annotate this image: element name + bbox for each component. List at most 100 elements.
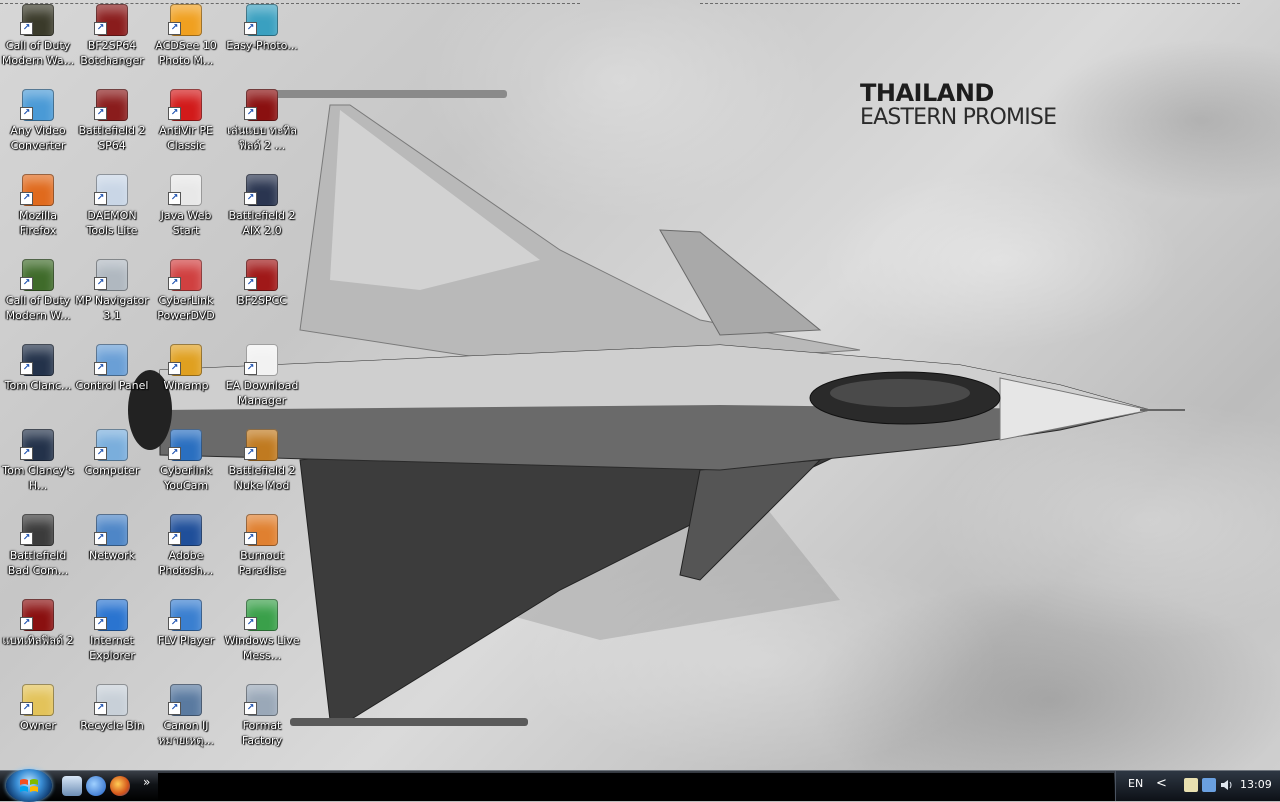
shortcut-arrow-icon: ↗	[94, 447, 107, 460]
shortcut-arrow-icon: ↗	[20, 702, 33, 715]
desktop-icon-label: Battlefield 2 SP64	[78, 124, 146, 152]
desktop-icon-label: ACDSee 10 Photo M...	[155, 39, 217, 67]
desktop-icon-label: Tom Clancy's H...	[2, 464, 74, 492]
desktop-icon[interactable]: ↗ Burnout Paradise	[224, 512, 300, 594]
desktop-icon[interactable]: ↗ Computer	[74, 427, 150, 509]
desktop-icon[interactable]: ↗ MP Navigator 3.1	[74, 257, 150, 339]
shortcut-arrow-icon: ↗	[20, 532, 33, 545]
desktop-icon-label: Winamp	[163, 379, 209, 392]
volume-icon[interactable]	[1220, 778, 1234, 792]
desktop-icon-label: DAEMON Tools Lite	[86, 209, 138, 237]
desktop-icon[interactable]: ↗ BF2SPCC	[224, 257, 300, 339]
desktop-icon-label: Windows Live Mess...	[224, 634, 300, 662]
desktop-icon[interactable]: ↗ Call of Duty Modern Wa...	[0, 2, 76, 84]
desktop-icon[interactable]: ↗ Cyberlink YouCam	[148, 427, 224, 509]
desktop-icon[interactable]: ↗ Battlefield 2 SP64	[74, 87, 150, 169]
desktop-icon[interactable]: ↗ AntiVir PE Classic	[148, 87, 224, 169]
desktop-icon-label: เล่นแบบ ทะทิลฟิลด์ 2 ...	[227, 124, 297, 152]
desktop-icon[interactable]: ↗ Adobe Photosh...	[148, 512, 224, 594]
desktop-icon-label: Burnout Paradise	[238, 549, 286, 577]
desktop-icon[interactable]: ↗ Tom Clancy's H...	[0, 427, 76, 509]
taskbar: » EN < 13:09	[0, 769, 1280, 802]
desktop-icon[interactable]: ↗ Format Factory	[224, 682, 300, 764]
desktop-icon-label: Control Panel	[75, 379, 149, 392]
shortcut-arrow-icon: ↗	[244, 702, 257, 715]
desktop-icon[interactable]: ↗ Mozilla Firefox	[0, 172, 76, 254]
desktop-icon[interactable]: ↗ BF2SP64 Botchanger	[74, 2, 150, 84]
language-indicator[interactable]: EN	[1128, 777, 1143, 790]
firefox-quicklaunch-icon[interactable]	[110, 776, 130, 796]
desktop-icon-label: BF2SPCC	[237, 294, 287, 307]
shortcut-arrow-icon: ↗	[94, 702, 107, 715]
brand-line-2: EASTERN PROMISE	[860, 105, 1057, 130]
desktop-icon[interactable]: ↗ Java Web Start	[148, 172, 224, 254]
shortcut-arrow-icon: ↗	[94, 107, 107, 120]
start-button[interactable]	[6, 769, 52, 802]
shortcut-arrow-icon: ↗	[244, 447, 257, 460]
internet-explorer-quicklaunch-icon[interactable]	[86, 776, 106, 796]
desktop-icon[interactable]: ↗ Control Panel	[74, 342, 150, 424]
desktop-icon-label: CyberLink PowerDVD	[157, 294, 215, 322]
desktop-icon-label: Easy-Photo...	[226, 39, 298, 52]
desktop-icon[interactable]: ↗ Owner	[0, 682, 76, 764]
shortcut-arrow-icon: ↗	[168, 192, 181, 205]
desktop-icon-label: Battlefield 2 AIX 2.0	[228, 209, 296, 237]
desktop-icon[interactable]: ↗ Tom Clanc...	[0, 342, 76, 424]
brand-line-1: THAILAND	[860, 79, 994, 107]
taskbar-clock[interactable]: 13:09	[1240, 778, 1272, 791]
shortcut-arrow-icon: ↗	[244, 532, 257, 545]
taskbar-window-area[interactable]	[158, 773, 1114, 801]
desktop-icon-label: Canon IJ หมายเหตุ...	[158, 719, 214, 747]
shortcut-arrow-icon: ↗	[168, 532, 181, 545]
desktop-icon[interactable]: ↗ Recycle Bin	[74, 682, 150, 764]
wallpaper-brand: THAILAND EASTERN PROMISE	[860, 79, 1057, 130]
desktop-icon-label: แบทเทิลฟิลด์ 2	[2, 634, 74, 647]
shortcut-arrow-icon: ↗	[94, 277, 107, 290]
windows-logo-icon	[20, 779, 38, 792]
shortcut-arrow-icon: ↗	[244, 192, 257, 205]
desktop-icon[interactable]: ↗ Windows Live Mess...	[224, 597, 300, 679]
shortcut-arrow-icon: ↗	[244, 107, 257, 120]
shortcut-arrow-icon: ↗	[20, 617, 33, 630]
show-hidden-icons-chevron-icon[interactable]: <	[1156, 776, 1167, 791]
shortcut-arrow-icon: ↗	[168, 702, 181, 715]
shortcut-arrow-icon: ↗	[20, 192, 33, 205]
desktop-icon[interactable]: ↗ แบทเทิลฟิลด์ 2	[0, 597, 76, 679]
desktop-icon[interactable]: ↗ Battlefield Bad Com...	[0, 512, 76, 594]
network-tray-icon[interactable]	[1202, 778, 1216, 792]
desktop-icon-label: MP Navigator 3.1	[75, 294, 149, 322]
tray-app-icon[interactable]	[1184, 778, 1198, 792]
desktop-icon[interactable]: ↗ FLV Player	[148, 597, 224, 679]
shortcut-arrow-icon: ↗	[168, 22, 181, 35]
shortcut-arrow-icon: ↗	[168, 617, 181, 630]
shortcut-arrow-icon: ↗	[168, 277, 181, 290]
desktop-icon[interactable]: ↗ Easy-Photo...	[224, 2, 300, 84]
desktop-icon[interactable]: ↗ Any Video Converter	[0, 87, 76, 169]
desktop-icon[interactable]: ↗ CyberLink PowerDVD	[148, 257, 224, 339]
desktop-icon[interactable]: ↗ EA Download Manager	[224, 342, 300, 424]
desktop-icon[interactable]: ↗ Network	[74, 512, 150, 594]
desktop-icon-label: Adobe Photosh...	[158, 549, 214, 577]
desktop-icon[interactable]: ↗ DAEMON Tools Lite	[74, 172, 150, 254]
shortcut-arrow-icon: ↗	[168, 447, 181, 460]
desktop-icon-label: Any Video Converter	[10, 124, 66, 152]
shortcut-arrow-icon: ↗	[244, 277, 257, 290]
desktop-icon[interactable]: ↗ Call of Duty Modern W...	[0, 257, 76, 339]
show-desktop-icon[interactable]	[62, 776, 82, 796]
desktop-icon[interactable]: ↗ Internet Explorer	[74, 597, 150, 679]
desktop-icon[interactable]: ↗ Winamp	[148, 342, 224, 424]
desktop-icon-label: EA Download Manager	[225, 379, 299, 407]
desktop-icon-label: AntiVir PE Classic	[159, 124, 213, 152]
desktop-icon[interactable]: ↗ Battlefield 2 Nuke Mod	[224, 427, 300, 509]
desktop-icon-label: Call of Duty Modern Wa...	[1, 39, 75, 67]
desktop-icon-label: Computer	[84, 464, 140, 477]
desktop-icon[interactable]: ↗ Canon IJ หมายเหตุ...	[148, 682, 224, 764]
shortcut-arrow-icon: ↗	[168, 362, 181, 375]
desktop-icon[interactable]: ↗ ACDSee 10 Photo M...	[148, 2, 224, 84]
desktop-icon[interactable]: ↗ เล่นแบบ ทะทิลฟิลด์ 2 ...	[224, 87, 300, 169]
desktop-icon-label: FLV Player	[157, 634, 215, 647]
shortcut-arrow-icon: ↗	[94, 362, 107, 375]
desktop-icon-label: Java Web Start	[160, 209, 212, 237]
desktop-icon[interactable]: ↗ Battlefield 2 AIX 2.0	[224, 172, 300, 254]
quicklaunch-more-icon[interactable]: »	[143, 775, 150, 789]
